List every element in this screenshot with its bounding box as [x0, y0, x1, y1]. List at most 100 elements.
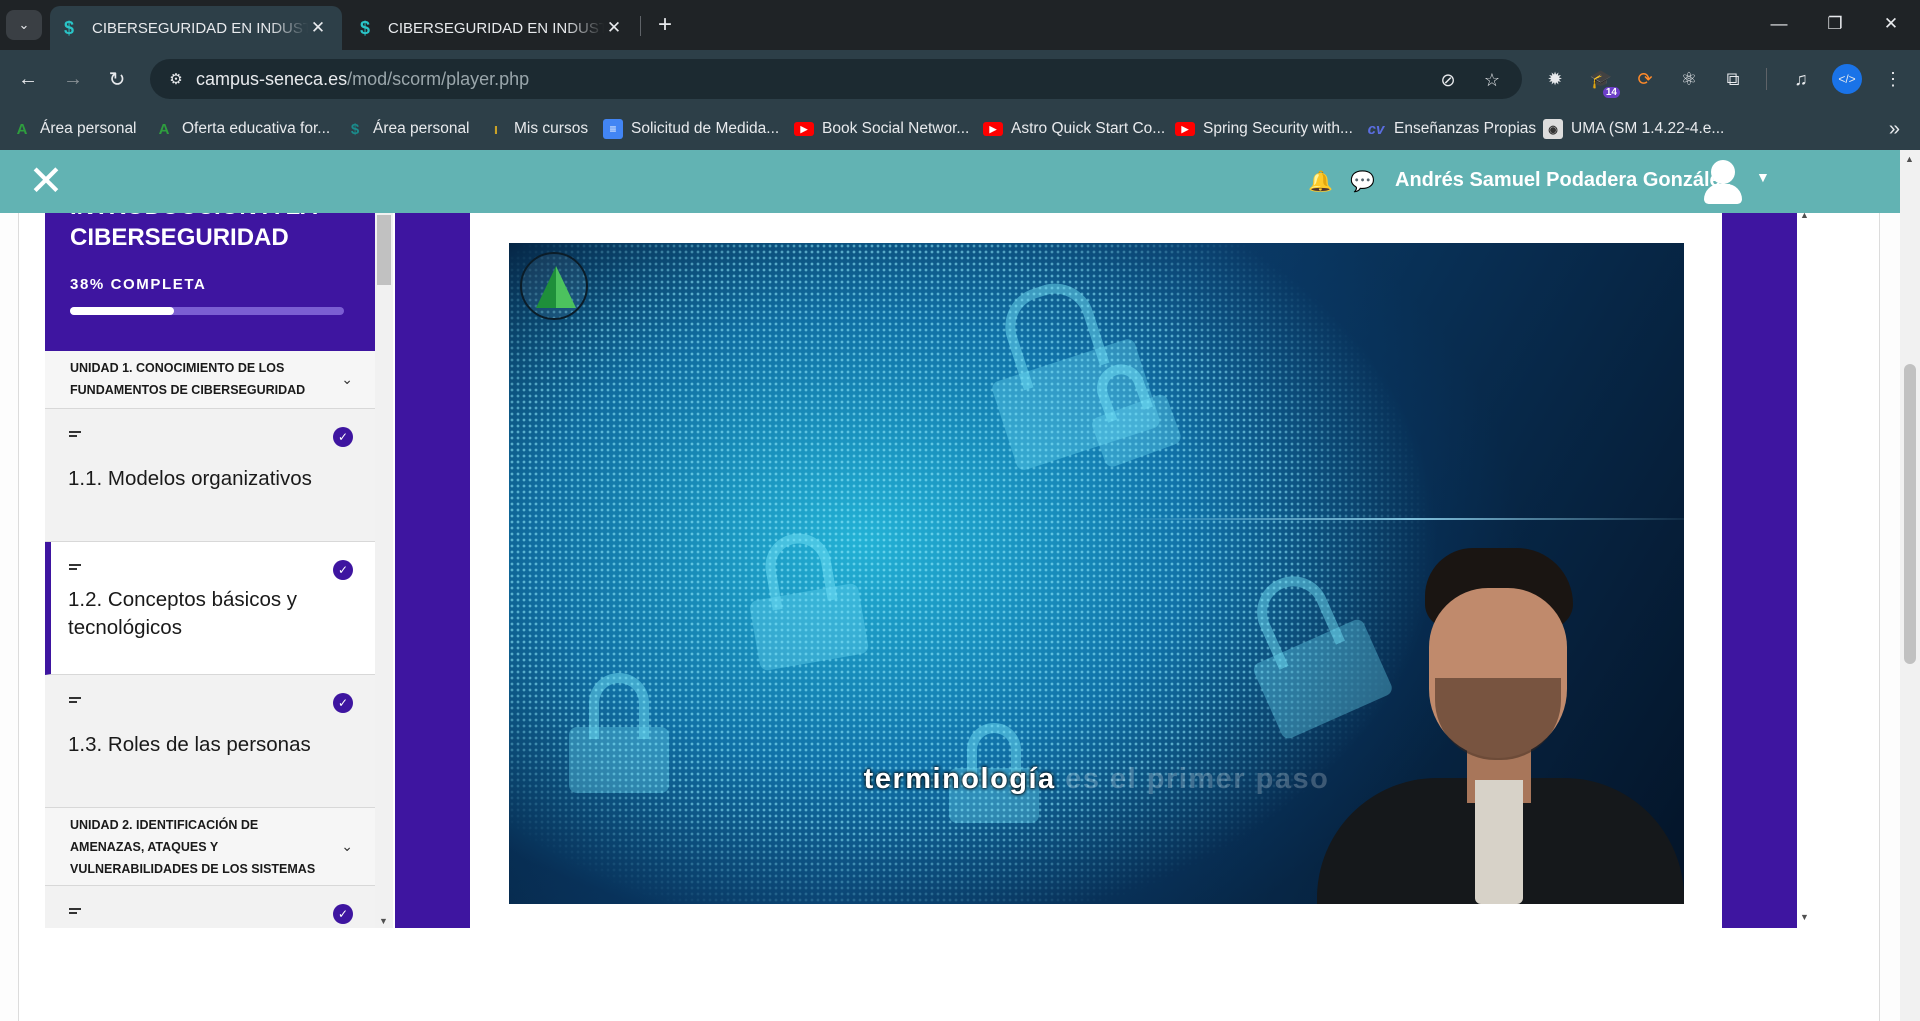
bookmark-label: Área personal — [40, 120, 137, 137]
subtitle-spoken-text: terminología — [863, 763, 1056, 795]
player-side-panel-right — [1722, 213, 1797, 928]
bookmark-star-icon[interactable]: ☆ — [1480, 68, 1504, 92]
bookmark-ensenanzas-propias[interactable]: cv Enseñanzas Propias — [1366, 116, 1537, 142]
lesson-item-1-3[interactable]: ✓ 1.3. Roles de las personas — [45, 675, 375, 808]
bookmark-label: Mis cursos — [514, 120, 589, 137]
youtube-icon: ▶ — [983, 122, 1003, 136]
lesson-item-2-1[interactable]: ✓ — [45, 886, 375, 928]
devtools-extension-icon[interactable]: </> — [1832, 64, 1862, 94]
tab-2[interactable]: $ CIBERSEGURIDAD EN INDUSTRIAS ✕ — [346, 6, 638, 50]
bookmarks-overflow-icon[interactable]: » — [1889, 118, 1900, 141]
reload-button[interactable]: ↻ — [101, 63, 133, 95]
check-circle-icon: ✓ — [333, 904, 353, 924]
bookmark-label: Oferta educativa for... — [182, 120, 331, 137]
page-scrollbar[interactable]: ▲ — [1900, 150, 1920, 1021]
bookmark-label: UMA (SM 1.4.22-4.e... — [1571, 120, 1725, 137]
bookmark-area-personal-seneca[interactable]: $ Área personal — [345, 116, 470, 142]
bookmark-label: Enseñanzas Propias — [1394, 120, 1537, 137]
seneca-favicon-icon: $ — [64, 17, 75, 38]
video-subtitle: terminología es el primer paso — [509, 763, 1684, 796]
minimize-button[interactable]: — — [1750, 0, 1808, 48]
bookmark-label: Spring Security with... — [1203, 120, 1353, 137]
bookmark-area-personal[interactable]: A Área personal — [12, 116, 137, 142]
url-path: /mod/scorm/player.php — [347, 68, 530, 89]
unit-2-header[interactable]: UNIDAD 2. IDENTIFICACIÓN DE AMENAZAS, AT… — [45, 808, 375, 886]
lesson-item-1-2[interactable]: ✓ 1.2. Conceptos básicos y tecnológicos — [45, 542, 375, 675]
user-name[interactable]: Andrés Samuel Podadera González — [1395, 169, 1731, 192]
forward-button[interactable]: → — [57, 63, 89, 95]
google-docs-icon: ≡ — [603, 119, 623, 139]
frame-scroll-down-arrow-icon[interactable]: ▼ — [1800, 912, 1809, 922]
extension-badge: 14 — [1602, 87, 1620, 98]
progress-bar-fill — [70, 307, 175, 315]
chat-bubble-icon[interactable]: 💬 — [1350, 169, 1375, 194]
bookmark-solicitud-medida[interactable]: ≡ Solicitud de Medida... — [603, 116, 779, 142]
tab-close-icon[interactable]: ✕ — [308, 18, 328, 38]
arrow-right-icon: → — [63, 67, 83, 90]
eye-off-icon[interactable]: ⊘ — [1436, 68, 1460, 92]
tab-search-button[interactable]: ⌄ — [6, 10, 42, 40]
text-lines-icon — [69, 431, 83, 441]
bell-icon[interactable]: 🔔 — [1308, 169, 1333, 194]
progress-bar — [70, 307, 344, 315]
scroll-up-arrow-icon[interactable]: ▲ — [1905, 154, 1914, 164]
tab-close-icon[interactable]: ✕ — [604, 18, 624, 38]
bookmark-astro-quick-start[interactable]: ▶ Astro Quick Start Co... — [983, 116, 1165, 142]
bookmark-uma[interactable]: ◉ UMA (SM 1.4.22-4.e... — [1543, 116, 1724, 142]
course-title: INTRODUCCIÓN A LA CIBERSEGURIDAD — [70, 213, 317, 251]
chevron-down-icon: ⌄ — [341, 838, 353, 854]
extension-gear-icon[interactable]: ✹ — [1540, 64, 1570, 94]
tab-title: CIBERSEGURIDAD EN INDUSTRIAS — [92, 19, 308, 37]
lesson-item-1-1[interactable]: ✓ 1.1. Modelos organizativos — [45, 409, 375, 542]
extensions-puzzle-icon[interactable]: ⧉ — [1718, 64, 1748, 94]
address-bar[interactable]: ⚙ campus-seneca.es/mod/scorm/player.php … — [150, 59, 1522, 99]
andalucia-logo-icon: A — [16, 120, 28, 138]
new-tab-button[interactable]: + — [650, 10, 680, 40]
bookmark-oferta-educativa[interactable]: A Oferta educativa for... — [154, 116, 331, 142]
url-text[interactable]: campus-seneca.es/mod/scorm/player.php — [196, 69, 529, 90]
extension-sync-icon[interactable]: ⟳ — [1630, 64, 1660, 94]
bookmark-label: Book Social Networ... — [822, 120, 970, 137]
back-button[interactable]: ← — [12, 63, 44, 95]
text-lines-icon — [69, 564, 83, 574]
scroll-down-arrow-icon[interactable]: ▼ — [379, 916, 388, 926]
arrow-left-icon: ← — [18, 67, 38, 90]
browser-toolbar: ← → ↻ ⚙ campus-seneca.es/mod/scorm/playe… — [0, 50, 1920, 108]
extension-react-icon[interactable]: ⚛ — [1674, 64, 1704, 94]
page-scroll-thumb[interactable] — [1904, 364, 1916, 664]
bookmark-label: Astro Quick Start Co... — [1011, 120, 1166, 137]
subtitle-upcoming-text: es el primer paso — [1055, 763, 1330, 795]
ev-logo-icon: cv — [1367, 120, 1385, 138]
media-control-icon[interactable]: ♫ — [1786, 64, 1816, 94]
bookmark-mis-cursos[interactable]: ı Mis cursos — [486, 116, 588, 142]
avatar[interactable] — [1700, 158, 1746, 204]
extension-graduation-icon[interactable]: 🎓 14 — [1586, 64, 1620, 98]
youtube-icon: ▶ — [1175, 122, 1195, 136]
restore-button[interactable]: ❐ — [1806, 0, 1864, 48]
check-circle-icon: ✓ — [333, 427, 353, 447]
lesson-title: 1.2. Conceptos básicos y tecnológicos — [68, 588, 298, 639]
brand-logo — [520, 252, 588, 320]
menu-kebab-icon[interactable]: ⋮ — [1878, 64, 1908, 94]
uma-logo-icon: ◉ — [1543, 119, 1563, 139]
bookmark-spring-security[interactable]: ▶ Spring Security with... — [1175, 116, 1353, 142]
tab-1[interactable]: $ CIBERSEGURIDAD EN INDUSTRIAS ✕ — [50, 6, 342, 50]
seneca-favicon-icon: $ — [360, 17, 371, 38]
site-info-icon[interactable]: ⚙ — [162, 70, 190, 88]
close-window-button[interactable]: ✕ — [1862, 0, 1920, 48]
tab-title: CIBERSEGURIDAD EN INDUSTRIAS — [388, 19, 604, 37]
bookmark-book-social[interactable]: ▶ Book Social Networ... — [794, 116, 969, 142]
text-lines-icon — [69, 908, 83, 918]
sidebar-scrollbar[interactable]: ▼ — [375, 213, 393, 928]
video-player[interactable]: terminología es el primer paso — [509, 243, 1684, 904]
lesson-title: 1.3. Roles de las personas — [68, 733, 311, 756]
presenter-figure — [1317, 548, 1684, 904]
unit-1-header[interactable]: UNIDAD 1. CONOCIMIENTO DE LOS FUNDAMENTO… — [45, 351, 375, 409]
seneca-logo-icon: $ — [350, 120, 360, 138]
close-player-button[interactable]: ✕ — [28, 160, 64, 202]
player-side-panel-left — [395, 213, 470, 928]
sidebar-scroll-thumb[interactable] — [377, 215, 391, 285]
caret-down-icon[interactable]: ▼ — [1756, 169, 1770, 185]
frame-scroll-up-arrow-icon[interactable]: ▲ — [1800, 210, 1809, 220]
reload-icon: ↻ — [108, 68, 126, 91]
